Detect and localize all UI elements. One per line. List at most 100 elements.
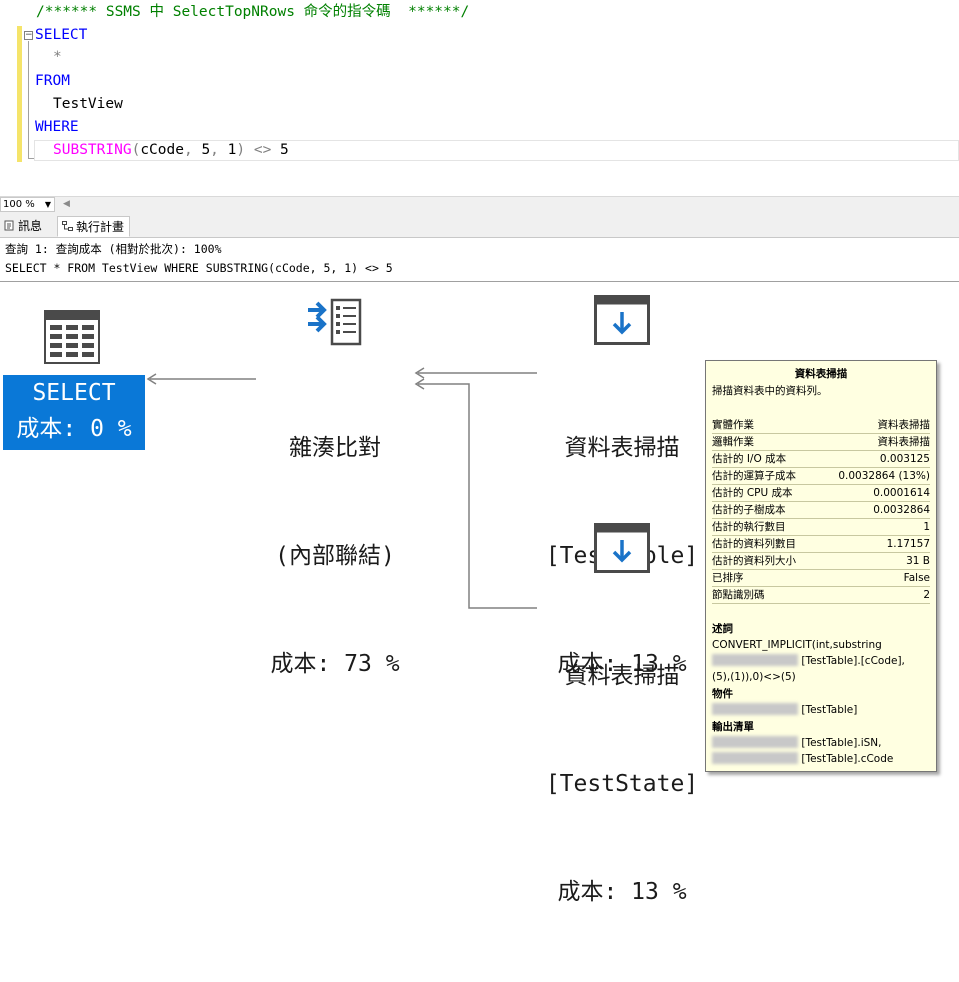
code-where-keyword: WHERE — [35, 119, 79, 135]
select-node-cost: 成本: 0 % — [16, 416, 132, 442]
table-scan-node-cost: 成本: 13 % — [557, 879, 687, 905]
redacted-text — [712, 703, 798, 715]
execution-plan-icon — [62, 221, 73, 231]
table-scan-node-name: 資料表掃描 — [564, 663, 680, 689]
collapse-toggle-icon[interactable]: − — [24, 31, 33, 40]
tooltip-output-column: [TestTable].cCode — [801, 753, 894, 765]
tooltip-object-value: [TestTable] — [801, 704, 858, 716]
tooltip-row: 估計的 I/O 成本 0.003125 — [712, 451, 930, 468]
tooltip-value: 資料表掃描 — [877, 436, 931, 448]
tooltip-key: 估計的資料列數目 — [712, 538, 796, 550]
select-node-label[interactable]: SELECT 成本: 0 % — [3, 375, 145, 450]
tab-messages[interactable]: 訊息 — [0, 216, 47, 237]
tooltip-key: 估計的運算子成本 — [712, 470, 796, 482]
tooltip-value: 1.17157 — [886, 538, 930, 550]
tooltip-value: 0.003125 — [879, 453, 930, 465]
tooltip-key: 邏輯作業 — [712, 436, 754, 448]
redacted-text — [712, 752, 798, 764]
query-sql-text: SELECT * FROM TestView WHERE SUBSTRING(c… — [5, 261, 393, 275]
query-editor[interactable]: − /****** SSMS 中 SelectTopNRows 命令的指令碼 *… — [0, 0, 959, 196]
code-comma: , — [210, 142, 219, 158]
code-paren: ) — [236, 142, 246, 158]
tooltip-object-label: 物件 — [712, 688, 733, 700]
chevron-down-icon: ▼ — [44, 200, 51, 209]
tab-messages-label: 訊息 — [18, 219, 43, 233]
tooltip-key: 估計的 I/O 成本 — [712, 453, 787, 465]
tooltip-row: 估計的資料列大小 31 B — [712, 553, 930, 570]
tooltip-row: 估計的子樹成本 0.0032864 — [712, 502, 930, 519]
code-select-keyword: SELECT — [35, 27, 88, 43]
select-node-name: SELECT — [32, 380, 116, 406]
table-scan-node-object: [TestState] — [545, 771, 699, 797]
query-cost-text: 查詢 1: 查詢成本 (相對於批次): 100% — [5, 242, 222, 256]
code-from-keyword: FROM — [35, 73, 70, 89]
tooltip-row: 估計的資料列數目 1.17157 — [712, 536, 930, 553]
table-scan-icon[interactable] — [594, 523, 650, 573]
tooltip-row: 估計的運算子成本 0.0032864 (13%) — [712, 468, 930, 485]
zoom-value: 100 % — [3, 199, 35, 210]
tooltip-predicate-text: CONVERT_IMPLICIT(int,substring — [712, 639, 882, 651]
code-operator: <> — [253, 142, 272, 158]
hash-match-node-join-type: (內部聯結) — [275, 543, 395, 569]
tooltip-predicate-label: 述詞 — [712, 623, 733, 635]
messages-icon — [4, 220, 14, 231]
tooltip-row: 實體作業 資料表掃描 — [712, 417, 930, 434]
tooltip-output-text: [TestTable].cCode — [712, 751, 893, 767]
editor-status-bar: 100 % ▼ ◀ — [0, 196, 959, 213]
operator-tooltip: 資料表掃描 掃描資料表中的資料列。 實體作業 資料表掃描 邏輯作業 資料表掃描 估計… — [705, 360, 937, 772]
tooltip-object-text: [TestTable] — [712, 702, 857, 718]
code-arg: 5 — [201, 142, 211, 158]
tooltip-value: 資料表掃描 — [877, 419, 931, 431]
tooltip-key: 估計的 CPU 成本 — [712, 487, 793, 499]
results-tab-strip: 訊息 執行計畫 — [0, 213, 959, 238]
code-table-name: TestView — [53, 96, 123, 112]
tooltip-key: 節點識別碼 — [712, 589, 765, 601]
tooltip-output-label: 輸出清單 — [712, 721, 754, 733]
code-substring-fn: SUBSTRING — [53, 142, 132, 158]
tooltip-key: 估計的執行數目 — [712, 521, 786, 533]
redacted-text — [712, 736, 798, 748]
tooltip-predicate-text: (5),(1)),0)<>(5) — [712, 671, 796, 683]
hash-match-node-name: 雜湊比對 — [289, 435, 381, 461]
select-result-icon[interactable] — [44, 310, 100, 364]
tooltip-key: 估計的資料列大小 — [712, 555, 796, 567]
code-paren: ( — [131, 142, 141, 158]
code-arg: cCode — [140, 142, 184, 158]
connector-scan2-join — [418, 383, 537, 609]
code-comma: , — [183, 142, 193, 158]
scroll-left-icon[interactable]: ◀ — [63, 199, 70, 209]
tooltip-value: 0.0032864 (13%) — [838, 470, 930, 482]
hash-match-node-cost: 成本: 73 % — [270, 651, 400, 677]
code-star: * — [53, 49, 62, 65]
code-comment-line: /****** SSMS 中 SelectTopNRows 命令的指令碼 ***… — [36, 4, 470, 20]
outline-fold-line — [28, 41, 29, 159]
tab-execution-plan[interactable]: 執行計畫 — [57, 216, 131, 237]
tooltip-key: 已排序 — [712, 572, 744, 584]
tooltip-row: 估計的執行數目 1 — [712, 519, 930, 536]
tooltip-output-column: [TestTable].iSN, — [801, 737, 882, 749]
tooltip-key: 實體作業 — [712, 419, 754, 431]
tooltip-row: 已排序 False — [712, 570, 930, 587]
tooltip-description: 掃描資料表中的資料列。 — [712, 385, 828, 397]
horizontal-scrollbar[interactable] — [76, 201, 956, 209]
zoom-dropdown[interactable]: 100 % ▼ — [0, 197, 55, 212]
tooltip-value: 0.0001614 — [873, 487, 930, 499]
tooltip-value: 31 B — [906, 555, 930, 567]
tooltip-title: 資料表掃描 — [794, 368, 848, 380]
code-where-expression: SUBSTRING(cCode, 5, 1) <> 5 — [53, 140, 289, 160]
tooltip-row: 邏輯作業 資料表掃描 — [712, 434, 930, 451]
hash-match-node-label[interactable]: 雜湊比對 (內部聯結) 成本: 73 % — [250, 358, 420, 754]
tooltip-value: 1 — [923, 521, 930, 533]
table-scan-node-name: 資料表掃描 — [564, 435, 680, 461]
tooltip-value: False — [903, 572, 930, 584]
tooltip-output-text: [TestTable].iSN, — [712, 735, 881, 751]
table-scan-icon[interactable] — [594, 295, 650, 345]
tooltip-key: 估計的子樹成本 — [712, 504, 786, 516]
tooltip-value: 0.0032864 — [873, 504, 930, 516]
tooltip-row: 估計的 CPU 成本 0.0001614 — [712, 485, 930, 502]
tab-execution-plan-label: 執行計畫 — [76, 220, 125, 234]
code-arg: 5 — [280, 142, 289, 158]
table-scan-node-label-2[interactable]: 資料表掃描 [TestState] 成本: 13 % — [537, 586, 707, 982]
redacted-text — [712, 654, 798, 666]
hash-match-icon[interactable] — [305, 296, 363, 348]
